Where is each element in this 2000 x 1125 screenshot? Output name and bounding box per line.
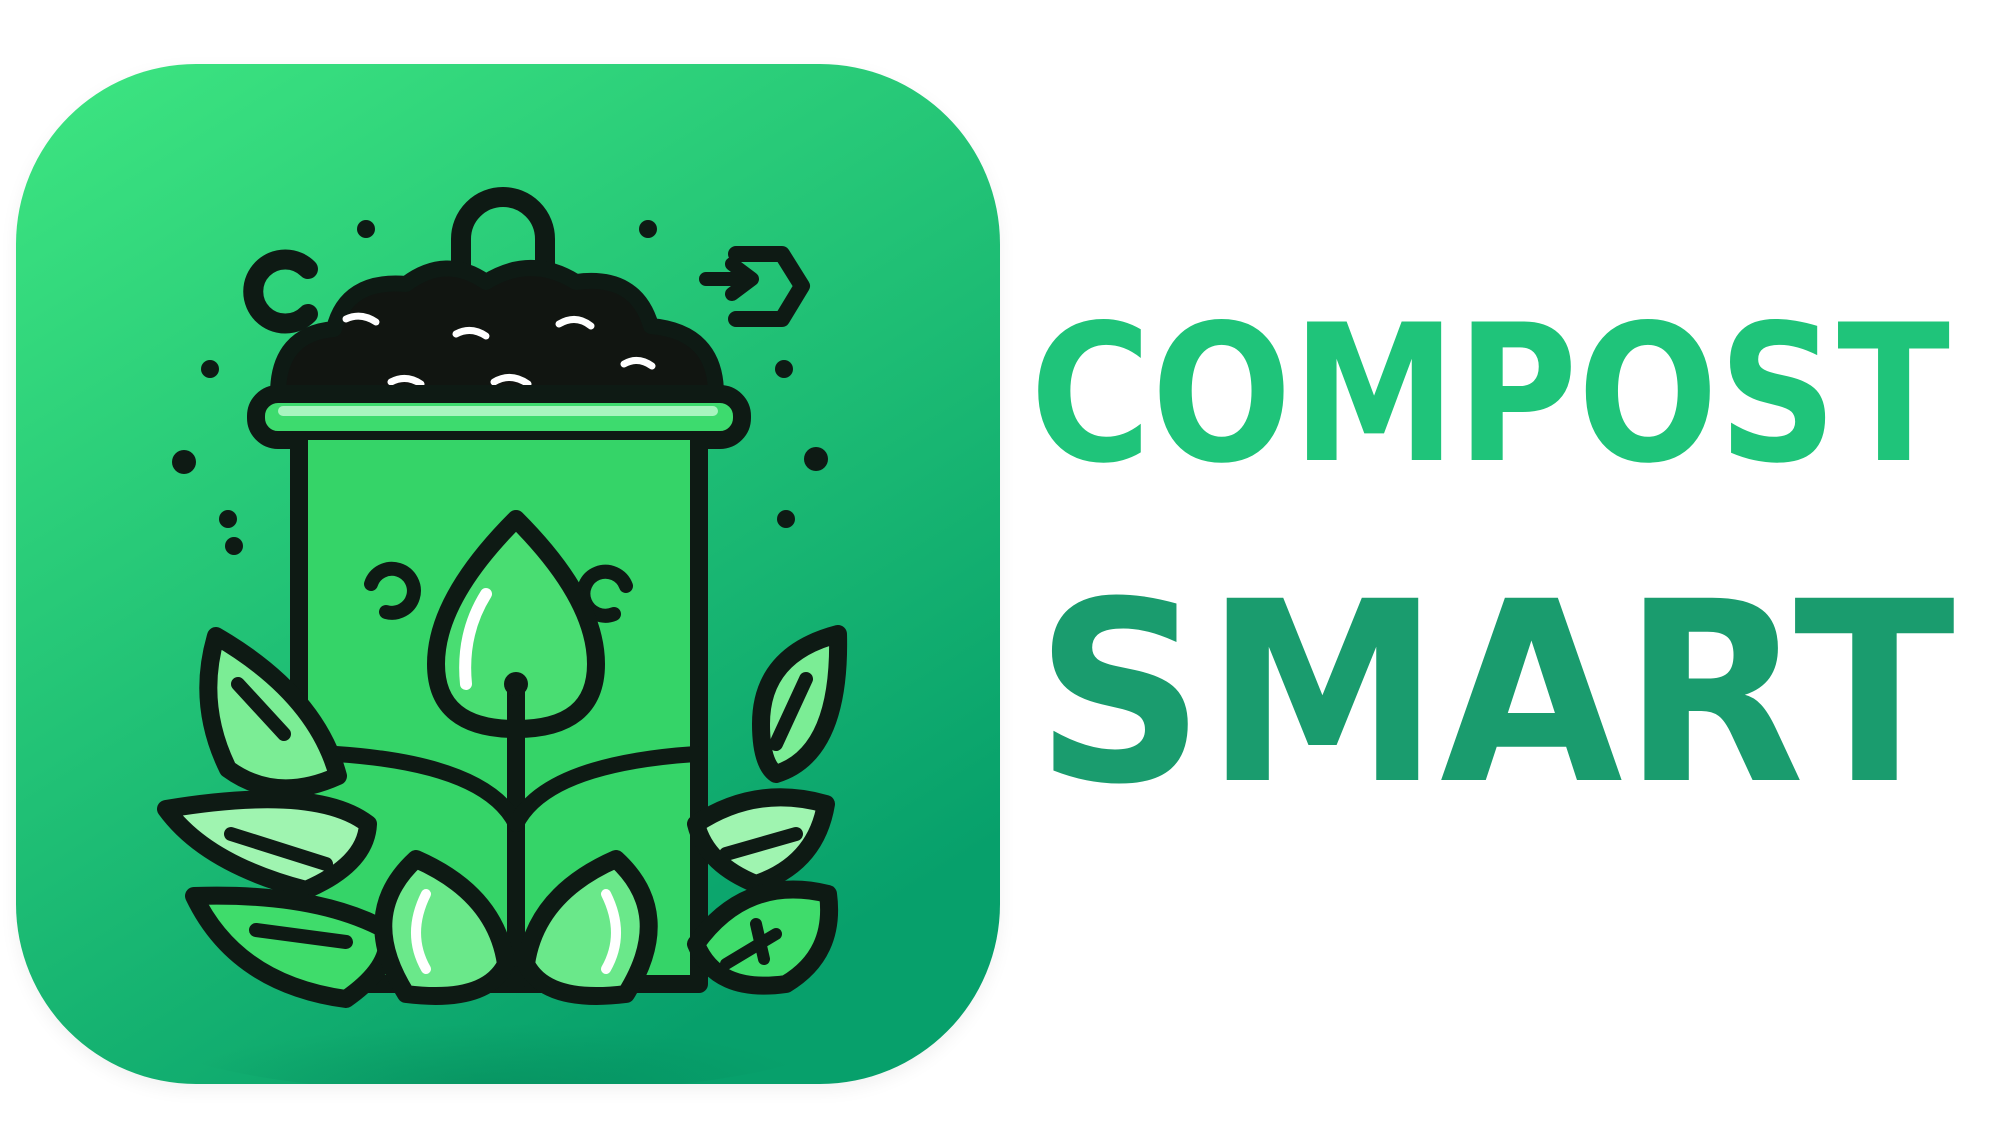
wordmark-text: COMPOST SMART	[1030, 284, 1955, 839]
wordmark: COMPOST SMART	[1030, 260, 1980, 860]
compost-bin-with-sprout-icon	[157, 187, 848, 1008]
compost-smart-logo: COMPOST SMART	[0, 0, 2000, 1125]
app-icon-tile	[16, 64, 1000, 1084]
wordmark-line-smart: SMART	[1035, 548, 1955, 839]
wordmark-line-compost: COMPOST	[1030, 284, 1950, 505]
